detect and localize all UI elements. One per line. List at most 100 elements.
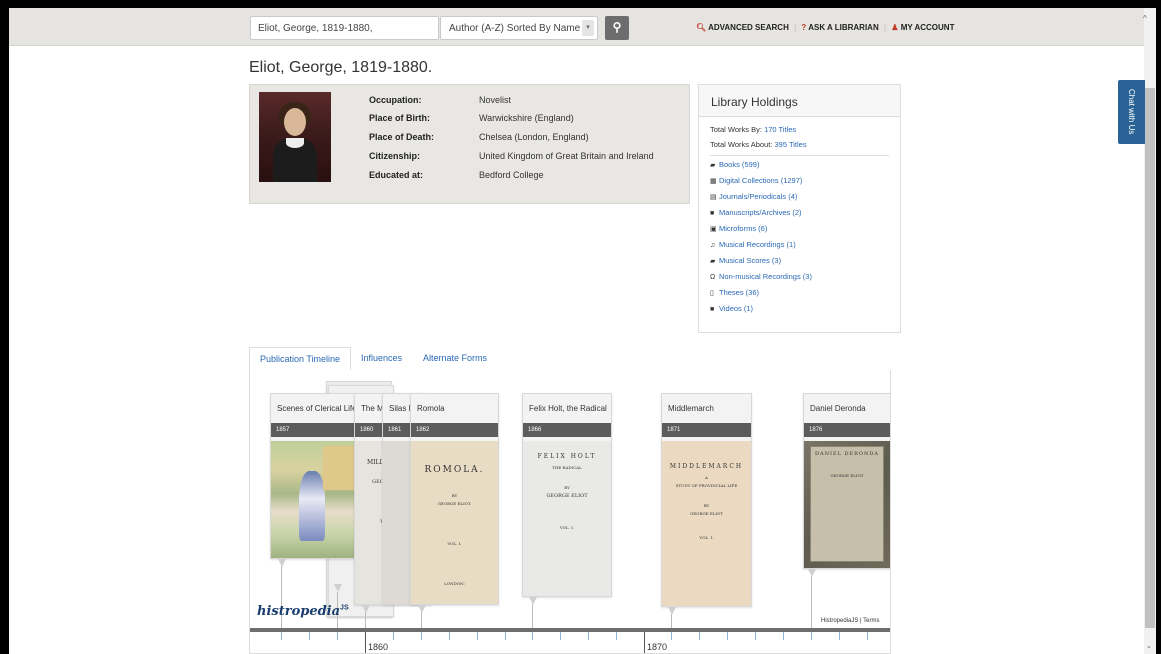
cover-text: LONDON: (444, 581, 465, 586)
book-cover-image: DANIEL DERONDA GEORGE ELIOT (804, 441, 890, 568)
timeline-card-felix[interactable]: Felix Holt, the Radical 1866 FELIX HOLT … (522, 393, 612, 597)
grid-icon: ▦ (710, 178, 717, 185)
film-icon: ▣ (710, 226, 717, 233)
search-button[interactable]: ⚲ (605, 16, 629, 40)
histropedia-terms-link[interactable]: HistropediaJS | Terms (821, 618, 879, 624)
tab-influences[interactable]: Influences (351, 347, 412, 371)
axis-tick (449, 632, 450, 640)
card-pin-line (532, 604, 533, 628)
axis-tick-major (644, 632, 645, 653)
info-label: Place of Death: (369, 132, 435, 142)
book-cover-image: MIDDLEMARCH A STUDY OF PROVINCIAL LIFE B… (662, 441, 751, 606)
axis-tick (755, 632, 756, 640)
holding-manuscripts[interactable]: ■ Manuscripts/Archives (2) (710, 208, 889, 224)
info-value: Chelsea (London, England) (479, 132, 589, 142)
cover-text: ROMOLA. (424, 465, 485, 475)
axis-tick (588, 632, 589, 640)
card-pin (529, 597, 537, 605)
holding-nonmusical[interactable]: Ω Non-musical Recordings (3) (710, 272, 889, 288)
timeline-card-middlemarch[interactable]: Middlemarch 1871 MIDDLEMARCH A STUDY OF … (661, 393, 752, 607)
axis-tick (281, 632, 282, 640)
axis-tick (337, 632, 338, 640)
tab-bar: Publication Timeline Influences Alternat… (249, 347, 891, 371)
advanced-search-link[interactable]: ADVANCED SEARCH (708, 23, 789, 32)
card-pin-line (421, 612, 422, 628)
timeline-card-deronda[interactable]: Daniel Deronda 1876 DANIEL DERONDA GEORG… (803, 393, 890, 569)
axis-tick (393, 632, 394, 640)
sort-select-label: Author (A-Z) Sorted By Name (449, 23, 581, 34)
chevron-down-icon: ▾ (582, 20, 594, 36)
info-value: Novelist (479, 95, 512, 105)
holding-label: Theses (36) (719, 288, 760, 297)
info-label: Occupation: (369, 95, 422, 105)
axis-tick (616, 632, 617, 640)
cover-text: GEORGE ELIOT (830, 473, 864, 478)
scroll-up-icon[interactable]: ^ (1143, 14, 1147, 23)
cover-text: GEORGE ELIOT (546, 493, 588, 499)
holding-label: Journals/Periodicals (4) (719, 192, 798, 201)
book-cover-image (271, 441, 357, 558)
axis-tick (699, 632, 700, 640)
total-about-link[interactable]: 395 Titles (775, 140, 807, 149)
tab-alternate-forms[interactable]: Alternate Forms (413, 347, 497, 371)
logo-text: histropedia (257, 604, 341, 619)
tab-publication-timeline[interactable]: Publication Timeline (249, 347, 352, 371)
card-pin (334, 584, 342, 592)
logo-sup: JS (340, 604, 349, 612)
axis-tick (421, 632, 422, 640)
holding-videos[interactable]: ■ Videos (1) (710, 304, 889, 320)
cover-text: GEORGE ELIOT (690, 511, 723, 516)
search-icon: ⚲ (612, 20, 622, 34)
timeline-card-romola[interactable]: Romola 1862 ROMOLA. BY GEORGE ELIOT. VOL… (410, 393, 499, 605)
holding-musical-scores[interactable]: ▰ Musical Scores (3) (710, 256, 889, 272)
chat-with-us-button[interactable]: Chat with Us (1118, 80, 1145, 144)
info-label: Citizenship: (369, 151, 420, 161)
scrollbar-thumb[interactable] (1145, 88, 1155, 628)
holding-label: Microforms (6) (719, 224, 768, 233)
document-icon: ▯ (710, 290, 714, 297)
axis-label-1860: 1860 (368, 642, 389, 652)
card-title: Romola (417, 404, 445, 413)
total-by-link[interactable]: 170 Titles (764, 125, 796, 134)
top-links: 🔍︎ ADVANCED SEARCH | ? ASK A LIBRARIAN |… (696, 23, 954, 32)
cover-text: BY (564, 485, 570, 490)
card-pin (668, 607, 676, 615)
score-icon: ▰ (710, 258, 716, 265)
scroll-down-icon[interactable]: ⌄ (1146, 642, 1152, 650)
card-title: Felix Holt, the Radical (529, 404, 607, 413)
cover-text: BY (703, 503, 710, 508)
total-about-label: Total Works About: (710, 140, 773, 149)
publication-timeline[interactable]: Scenes of Clerical Life 1857 The M 1860 … (249, 370, 891, 654)
info-label: Educated at: (369, 170, 424, 180)
axis-tick (532, 632, 533, 640)
card-title: Middlemarch (668, 404, 714, 413)
author-info-box: Occupation: Novelist Place of Birth: War… (249, 84, 690, 204)
holding-digital[interactable]: ▦ Digital Collections (1297) (710, 176, 889, 192)
holding-theses[interactable]: ▯ Theses (36) (710, 288, 889, 304)
holding-journals[interactable]: ▤ Journals/Periodicals (4) (710, 192, 889, 208)
card-year: 1876 (804, 423, 890, 437)
total-works-by: Total Works By: 170 Titles (710, 125, 889, 134)
card-pin-line (671, 614, 672, 628)
music-icon: ♫ (710, 242, 716, 249)
cover-text: MIDDLEMARCH (669, 463, 744, 470)
holding-books[interactable]: ▰ Books (599) (710, 160, 889, 176)
timeline-axis (250, 628, 890, 632)
my-account-link[interactable]: MY ACCOUNT (901, 23, 955, 32)
axis-label-1870: 1870 (647, 642, 668, 652)
ask-librarian-link[interactable]: ASK A LIBRARIAN (808, 23, 879, 32)
search-input[interactable]: Eliot, George, 1819-1880, (250, 16, 439, 40)
sort-select[interactable]: Author (A-Z) Sorted By Name ▾ (440, 16, 598, 40)
holding-musical-recordings[interactable]: ♫ Musical Recordings (1) (710, 240, 889, 256)
divider (710, 155, 889, 156)
library-holdings-panel: Library Holdings Total Works By: 170 Tit… (698, 84, 901, 333)
cover-text: VOL. I. (699, 535, 714, 540)
axis-tick (671, 632, 672, 640)
card-title: Scenes of Clerical Life (277, 404, 357, 413)
headphones-icon: Ω (710, 274, 716, 281)
total-by-label: Total Works By: (710, 125, 762, 134)
holding-microforms[interactable]: ▣ Microforms (6) (710, 224, 889, 240)
timeline-card-scenes[interactable]: Scenes of Clerical Life 1857 (270, 393, 358, 559)
card-pin-line (811, 576, 812, 628)
window-frame-top (0, 0, 1161, 8)
